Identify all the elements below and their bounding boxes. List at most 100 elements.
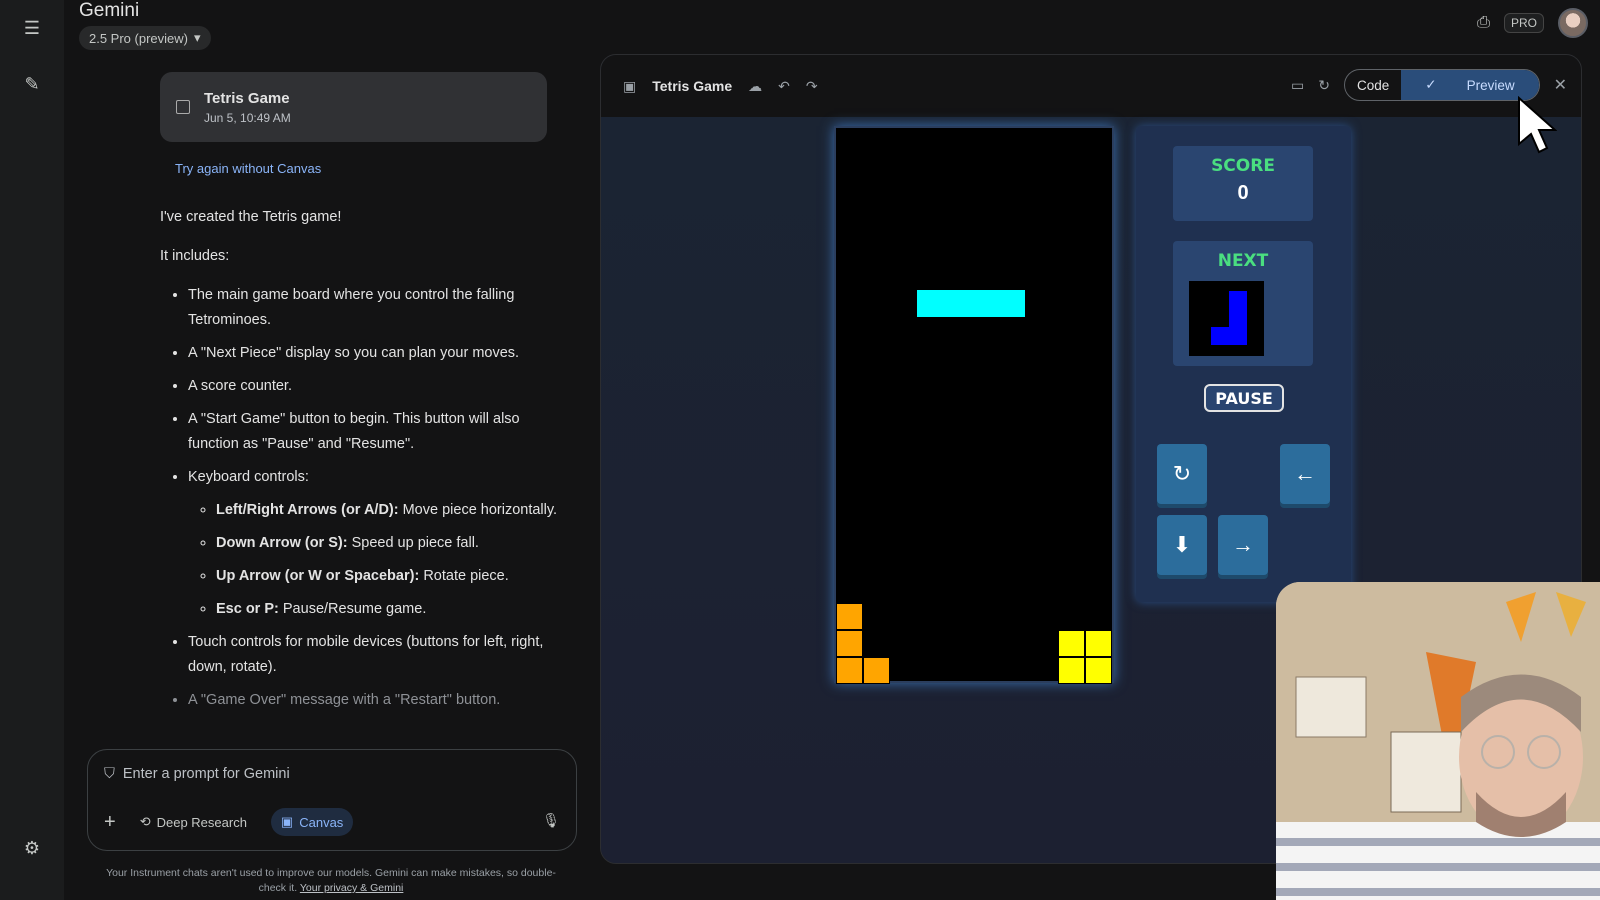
canvas-icon: ▣: [280, 814, 294, 829]
redo-icon[interactable]: ↷: [806, 78, 818, 95]
j-piece-block: [1229, 327, 1247, 345]
next-box: NEXT: [1173, 241, 1313, 366]
control-item: Up Arrow (or W or Spacebar): Rotate piec…: [216, 564, 560, 589]
down-button[interactable]: ⬇: [1157, 515, 1207, 575]
arrow-left-icon: ←: [1294, 461, 1316, 486]
wall-frame: [1295, 676, 1367, 738]
i-piece-block: [971, 290, 998, 317]
next-piece-preview: [1189, 281, 1264, 356]
next-label: NEXT: [1217, 251, 1269, 271]
control-item: Esc or P: Pause/Resume game.: [216, 597, 560, 622]
game-board[interactable]: [834, 126, 1114, 684]
l-piece-block: [836, 657, 863, 684]
prompt-composer[interactable]: ⛉ Enter a prompt for Gemini + ⟲ Deep Res…: [87, 749, 577, 851]
control-desc: Speed up piece fall.: [347, 535, 479, 551]
left-button[interactable]: ←: [1280, 444, 1330, 504]
pause-button[interactable]: PAUSE: [1204, 384, 1284, 412]
chevron-down-icon: ▾: [193, 30, 201, 45]
canvas-icon: ▣: [623, 77, 637, 94]
j-piece-block: [1211, 327, 1229, 345]
list-item: Keyboard controls: Left/Right Arrows (or…: [188, 465, 560, 622]
privacy-link[interactable]: Your privacy & Gemini: [300, 882, 404, 894]
o-piece-block: [1058, 657, 1085, 684]
app-title: Gemini: [79, 0, 140, 21]
j-piece-block: [1229, 309, 1247, 327]
rotate-button[interactable]: ↻: [1157, 444, 1207, 504]
control-desc: Rotate piece.: [419, 568, 509, 584]
pro-badge: PRO: [1503, 13, 1544, 33]
code-tab[interactable]: Code: [1345, 70, 1401, 100]
menu-icon[interactable]: ☰: [16, 12, 48, 44]
message-intro: I've created the Tetris game!: [160, 209, 342, 225]
canvas-card[interactable]: Tetris Game Jun 5, 10:49 AM: [160, 72, 547, 142]
cloud-save-icon[interactable]: ☁: [748, 78, 762, 95]
j-piece-block: [1229, 291, 1247, 309]
canvas-title: Tetris Game: [652, 78, 733, 94]
close-icon[interactable]: ✕: [1554, 75, 1567, 95]
message-includes: It includes:: [160, 248, 230, 264]
undo-icon[interactable]: ↶: [778, 78, 790, 95]
canvas-card-title: Tetris Game: [204, 89, 290, 107]
o-piece-block: [1058, 630, 1085, 657]
assistant-message: I've created the Tetris game! It include…: [160, 205, 560, 721]
control-key: Esc or P:: [216, 601, 279, 617]
o-piece-block: [1085, 657, 1112, 684]
list-item: The main game board where you control th…: [188, 283, 560, 333]
left-rail: ☰ ✎ ⚙: [0, 0, 64, 900]
list-item: Touch controls for mobile devices (butto…: [188, 630, 560, 680]
i-piece-block: [944, 290, 971, 317]
deep-research-icon: ⟲: [139, 814, 151, 829]
add-icon[interactable]: +: [104, 811, 116, 834]
disclaimer: Your Instrument chats aren't used to imp…: [96, 866, 566, 896]
wall-frame: [1390, 731, 1462, 813]
i-piece-block: [917, 290, 944, 317]
right-button[interactable]: →: [1218, 515, 1268, 575]
l-piece-block: [836, 630, 863, 657]
webcam-video-frame: [1276, 582, 1600, 900]
code-preview-toggle[interactable]: Code ✓ Preview: [1343, 69, 1540, 101]
list-item: A "Next Piece" display so you can plan y…: [188, 341, 560, 366]
score-label: SCORE: [1211, 156, 1275, 176]
mouse-cursor-icon: [1518, 96, 1557, 154]
l-piece-block: [836, 603, 863, 630]
webcam-overlay: [1276, 582, 1600, 900]
list-item-label: Keyboard controls:: [188, 469, 309, 485]
microphone-icon[interactable]: 🎙: [542, 812, 560, 829]
canvas-label: Canvas: [299, 814, 344, 830]
share-icon[interactable]: ⎙: [1477, 14, 1490, 32]
settings-icon[interactable]: ⚙: [16, 832, 48, 864]
preview-label: Preview: [1466, 77, 1515, 93]
i-piece-block: [998, 290, 1025, 317]
new-chat-icon[interactable]: ✎: [16, 68, 48, 100]
control-key: Down Arrow (or S):: [216, 535, 348, 551]
arrow-down-icon: ⬇: [1172, 532, 1192, 557]
refresh-icon[interactable]: ↻: [1318, 77, 1330, 94]
console-icon[interactable]: ▭: [1291, 77, 1304, 94]
model-selector[interactable]: 2.5 Pro (preview) ▾: [79, 26, 211, 50]
canvas-card-date: Jun 5, 10:49 AM: [204, 110, 291, 125]
list-item: A score counter.: [188, 374, 560, 399]
top-right-actions: ⎙ PRO: [1477, 8, 1588, 38]
control-desc: Pause/Resume game.: [278, 601, 427, 617]
list-item: A "Start Game" button to begin. This but…: [188, 407, 560, 457]
canvas-toggle-button[interactable]: ▣ Canvas: [270, 808, 354, 836]
control-key: Up Arrow (or W or Spacebar):: [216, 568, 420, 584]
list-item: A "Game Over" message with a "Restart" b…: [188, 688, 560, 713]
canvas-header: ▣ Tetris Game ☁ ↶ ↷ ▭ ↻ Code ✓ Preview ✕: [601, 55, 1581, 117]
model-label: 2.5 Pro (preview): [89, 30, 188, 46]
prompt-input[interactable]: Enter a prompt for Gemini: [123, 766, 290, 782]
shield-icon: ⛉: [104, 766, 115, 782]
control-item: Left/Right Arrows (or A/D): Move piece h…: [216, 498, 560, 523]
l-piece-block: [863, 657, 890, 684]
avatar[interactable]: [1558, 8, 1588, 38]
control-item: Down Arrow (or S): Speed up piece fall.: [216, 531, 560, 556]
score-value: 0: [1237, 182, 1249, 204]
try-again-link[interactable]: Try again without Canvas: [175, 161, 321, 176]
control-desc: Move piece horizontally.: [398, 502, 558, 518]
game-side-panel: SCORE 0 NEXT PAUSE ↻ ← ⬇ →: [1136, 126, 1351, 602]
score-box: SCORE 0: [1173, 146, 1313, 221]
control-key: Left/Right Arrows (or A/D):: [216, 502, 399, 518]
rotate-icon: ↻: [1172, 461, 1192, 486]
canvas-icon: [176, 100, 190, 114]
deep-research-button[interactable]: ⟲ Deep Research: [130, 808, 257, 836]
